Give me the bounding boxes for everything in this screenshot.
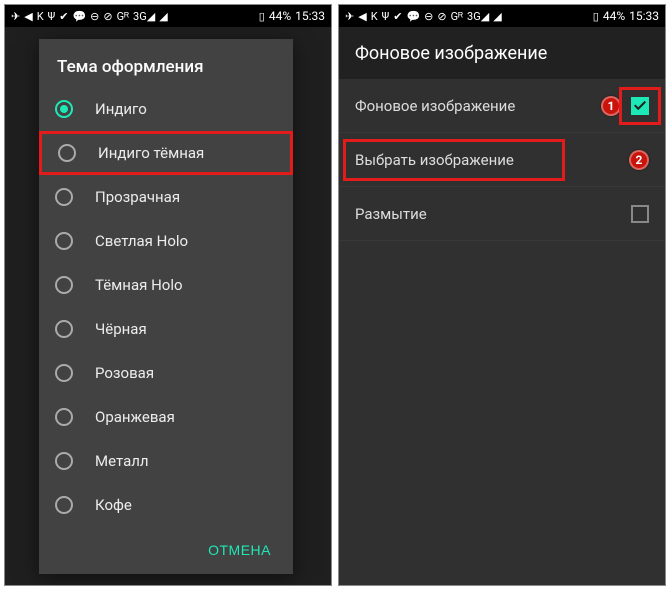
usb-icon: Ψ [382, 11, 390, 22]
wifi-icon: ⊘ [103, 11, 112, 22]
theme-option-label: Тёмная Holo [95, 276, 183, 294]
phone-screen-2: ✈ ◀ K Ψ ✔ 💬 ⊖ ⊘ Gᴿ 3G◢ ◢ ▯ 44% 15:33 Фон… [338, 4, 666, 586]
k-icon: K [371, 11, 378, 22]
chat-icon: 💬 [72, 11, 86, 22]
setting-row[interactable]: Выбрать изображение 2 [339, 133, 665, 187]
theme-option[interactable]: Светлая Holo [39, 219, 293, 263]
theme-option[interactable]: Индиго тёмная [39, 131, 293, 175]
clock: 15:33 [629, 9, 659, 23]
theme-option[interactable]: Чёрная [39, 307, 293, 351]
theme-option[interactable]: Тёмная Holo [39, 263, 293, 307]
theme-options-list: Индиго Индиго тёмная Прозрачная Светлая Hol… [39, 87, 293, 526]
dialog-title: Тема оформления [39, 39, 293, 87]
background-settings-page: Фоновое изображение Фоновое изображение 1… [339, 27, 665, 585]
dialog-actions: ОТМЕНА [39, 526, 293, 574]
setting-row[interactable]: Размытие [339, 187, 665, 241]
theme-option-label: Индиго тёмная [98, 144, 204, 162]
theme-option-label: Прозрачная [95, 188, 180, 206]
theme-option-label: Оранжевая [95, 408, 175, 426]
theme-option-label: Кофе [95, 496, 132, 514]
cancel-button[interactable]: ОТМЕНА [198, 534, 281, 566]
radio-icon [55, 232, 73, 250]
send-icon: ◀ [24, 11, 32, 22]
settings-rows: Фоновое изображение 1 Выбрать изображение 2… [339, 79, 665, 241]
chat-icon: 💬 [406, 11, 420, 22]
theme-option[interactable]: Кофе [39, 483, 293, 526]
statusbar-left: ✈ ◀ K Ψ ✔ 💬 ⊖ ⊘ Gᴿ 3G◢ ◢ [345, 11, 502, 22]
theme-option-label: Индиго [95, 100, 147, 118]
check-icon: ✔ [59, 11, 68, 22]
battery-icon: ▯ [593, 11, 599, 22]
radio-icon [55, 320, 73, 338]
phone-screen-1: ✈ ◀ K Ψ ✔ 💬 ⊖ ⊘ Gᴿ 3G◢ ◢ ▯ 44% 15:33 Тем… [4, 4, 332, 586]
g-roaming-icon: Gᴿ [117, 11, 129, 22]
theme-dialog: Тема оформления Индиго Индиго тёмная Прозр… [39, 39, 293, 574]
statusbar-right: ▯ 44% 15:33 [259, 9, 325, 23]
clock: 15:33 [295, 9, 325, 23]
theme-option-label: Светлая Holo [95, 232, 188, 250]
battery-text: 44% [603, 9, 625, 23]
statusbar-left: ✈ ◀ K Ψ ✔ 💬 ⊖ ⊘ Gᴿ 3G◢ ◢ [11, 11, 168, 22]
theme-option-label: Розовая [95, 364, 154, 382]
usb-icon: Ψ [48, 11, 56, 22]
setting-label: Выбрать изображение [355, 151, 514, 169]
minus-circle-icon: ⊖ [90, 11, 99, 22]
theme-option[interactable]: Оранжевая [39, 395, 293, 439]
signal-icon: ◢ [159, 11, 167, 22]
wifi-icon: ⊘ [437, 11, 446, 22]
theme-option[interactable]: Прозрачная [39, 175, 293, 219]
radio-icon [55, 496, 73, 514]
3g-signal-icon: 3G◢ [133, 11, 155, 22]
radio-icon [55, 188, 73, 206]
appbar-title: Фоновое изображение [339, 27, 665, 79]
statusbar: ✈ ◀ K Ψ ✔ 💬 ⊖ ⊘ Gᴿ 3G◢ ◢ ▯ 44% 15:33 [5, 5, 331, 27]
3g-signal-icon: 3G◢ [467, 11, 489, 22]
radio-icon [58, 144, 76, 162]
theme-option-label: Чёрная [95, 320, 147, 338]
callout-badge: 2 [629, 150, 649, 170]
minus-circle-icon: ⊖ [424, 11, 433, 22]
setting-label: Размытие [355, 205, 427, 223]
radio-icon [55, 100, 73, 118]
radio-icon [55, 408, 73, 426]
check-icon: ✔ [393, 11, 402, 22]
statusbar-right: ▯ 44% 15:33 [593, 9, 659, 23]
send-icon: ◀ [358, 11, 366, 22]
theme-option[interactable]: Розовая [39, 351, 293, 395]
setting-label: Фоновое изображение [355, 97, 515, 115]
signal-icon: ◢ [493, 11, 501, 22]
radio-icon [55, 452, 73, 470]
battery-text: 44% [269, 9, 291, 23]
theme-option[interactable]: Металл [39, 439, 293, 483]
k-icon: K [37, 11, 44, 22]
checkbox[interactable] [631, 97, 649, 115]
paper-plane-icon: ✈ [11, 11, 20, 22]
radio-icon [55, 364, 73, 382]
checkbox[interactable] [631, 205, 649, 223]
callout-badge: 1 [601, 96, 621, 116]
battery-icon: ▯ [259, 11, 265, 22]
theme-option[interactable]: Индиго [39, 87, 293, 131]
radio-icon [55, 276, 73, 294]
theme-option-label: Металл [95, 452, 149, 470]
statusbar: ✈ ◀ K Ψ ✔ 💬 ⊖ ⊘ Gᴿ 3G◢ ◢ ▯ 44% 15:33 [339, 5, 665, 27]
g-roaming-icon: Gᴿ [451, 11, 463, 22]
paper-plane-icon: ✈ [345, 11, 354, 22]
setting-row[interactable]: Фоновое изображение 1 [339, 79, 665, 133]
